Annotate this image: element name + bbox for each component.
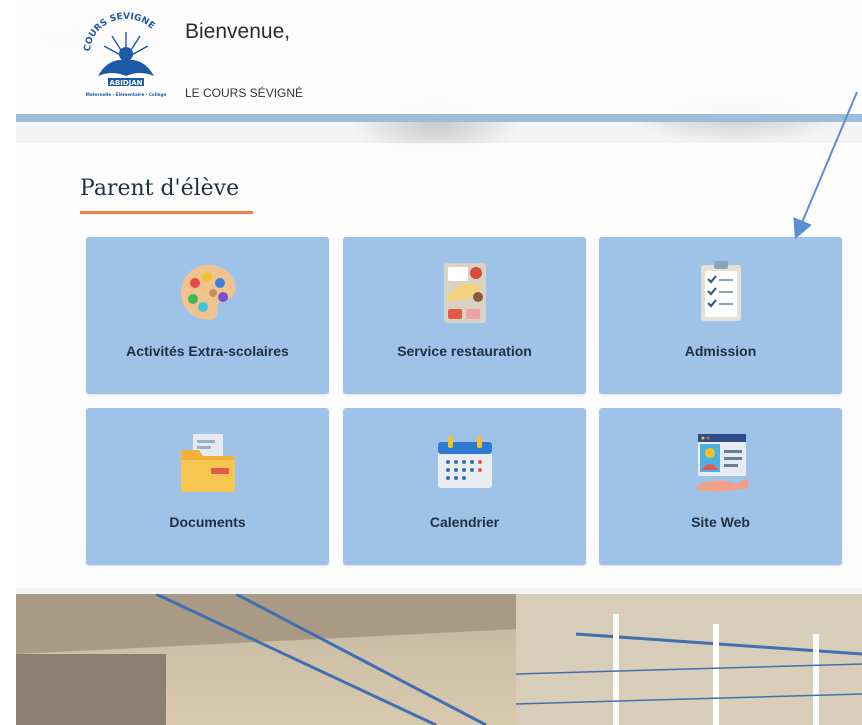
tile-label: Calendrier [429,514,500,530]
school-building-photo [16,594,862,725]
section-title: Parent d'élève [80,176,240,201]
tile-label: Documents [169,514,246,530]
tile-activites-extra-scolaires[interactable]: Activités Extra-scolaires [86,237,329,394]
svg-text:COURS SEVIGNE: COURS SEVIGNE [83,12,157,52]
palette-icon [173,257,243,327]
tile-documents[interactable]: Documents [86,408,329,565]
tile-label: Site Web [691,514,750,530]
tile-site-web[interactable]: Site Web [599,408,842,565]
header-divider [16,114,862,122]
tile-admission[interactable]: Admission [599,237,842,394]
logo-city: ABIDJAN [109,79,142,87]
welcome-text: Bienvenue, [185,20,291,43]
school-logo[interactable]: COURS SEVIGNE ABIDJAN Maternelle - Éléme… [78,10,174,102]
checklist-clipboard-icon [686,257,756,327]
meal-tray-icon [430,257,500,327]
section-title-underline [80,211,253,214]
calendar-icon [430,428,500,498]
tile-label: Activités Extra-scolaires [126,343,289,359]
school-name: LE COURS SÉVIGNÉ [185,86,304,100]
tile-service-restauration[interactable]: Service restauration [343,237,586,394]
logo-subtitle: Maternelle - Élémentaire - Collège [86,92,167,97]
logo-top-text: COURS SEVIGNE [83,12,157,52]
tile-calendrier[interactable]: Calendrier [343,408,586,565]
tile-label: Admission [684,343,757,359]
folder-icon [173,428,243,498]
website-profile-icon [686,428,756,498]
tile-label: Service restauration [397,343,532,359]
